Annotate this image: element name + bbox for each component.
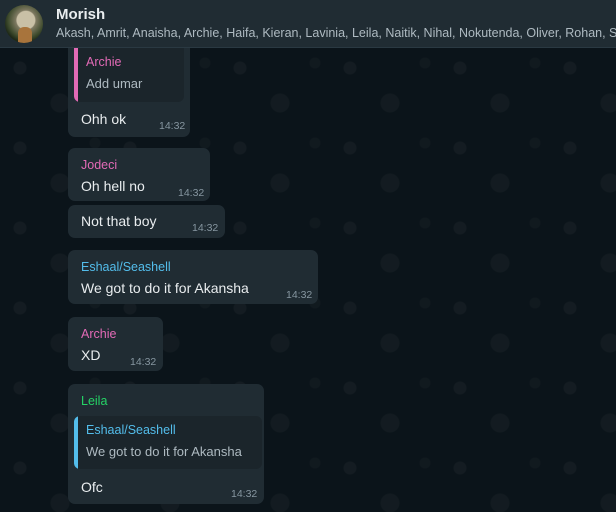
quoted-text: We got to do it for Akansha [86, 444, 242, 459]
message-time: 14:32 [159, 120, 186, 132]
sender-name: Archie [81, 327, 117, 341]
message-time: 14:32 [178, 187, 205, 199]
message-text: Oh hell no [81, 178, 145, 194]
message-bubble[interactable]: Not that boy 14:32 [68, 205, 225, 238]
quoted-sender: Eshaal/Seashell [86, 423, 176, 437]
header-info[interactable]: Morish Akash, Amrit, Anaisha, Archie, Ha… [56, 5, 616, 42]
message-text: Ohh ok [81, 111, 127, 127]
message-bubble[interactable]: Archie Add umar Ohh ok 14:32 [68, 48, 190, 137]
message-bubble[interactable]: Jodeci Oh hell no 14:32 [68, 148, 210, 201]
message-text: Ofc [81, 479, 103, 495]
message-bubble[interactable]: Eshaal/Seashell We got to do it for Akan… [68, 250, 318, 304]
message-time: 14:32 [231, 488, 258, 500]
member-list: Akash, Amrit, Anaisha, Archie, Haifa, Ki… [56, 26, 616, 40]
sender-name: Jodeci [81, 158, 118, 172]
sender-name: Leila [81, 394, 108, 408]
message-time: 14:32 [286, 289, 313, 301]
message-bubble[interactable]: Leila Eshaal/Seashell We got to do it fo… [68, 384, 264, 504]
message-text: XD [81, 347, 101, 363]
quoted-message[interactable]: Eshaal/Seashell We got to do it for Akan… [74, 416, 262, 469]
message-text: Not that boy [81, 213, 157, 229]
message-time: 14:32 [192, 222, 219, 234]
quoted-text: Add umar [86, 76, 143, 91]
message-bubble[interactable]: Archie XD 14:32 [68, 317, 163, 371]
message-time: 14:32 [130, 356, 157, 368]
quoted-sender: Archie [86, 55, 122, 69]
group-name: Morish [56, 6, 106, 23]
sender-name: Eshaal/Seashell [81, 260, 171, 274]
chat-header[interactable]: Morish Akash, Amrit, Anaisha, Archie, Ha… [0, 0, 616, 48]
quoted-message[interactable]: Archie Add umar [74, 48, 184, 102]
message-text: We got to do it for Akansha [81, 280, 249, 296]
group-avatar[interactable] [5, 4, 43, 43]
